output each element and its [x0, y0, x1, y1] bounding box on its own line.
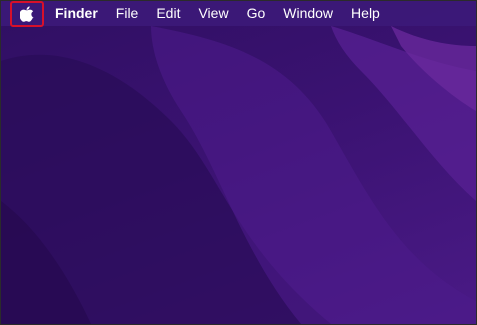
menu-view[interactable]: View: [198, 1, 228, 26]
desktop-wallpaper: [1, 1, 476, 324]
wallpaper-waves: [1, 26, 476, 324]
menu-app-finder[interactable]: Finder: [55, 1, 98, 26]
menu-window[interactable]: Window: [283, 1, 333, 26]
menu-bar: Finder File Edit View Go Window Help: [1, 1, 476, 27]
menu-file[interactable]: File: [116, 1, 139, 26]
apple-menu-button[interactable]: [10, 1, 44, 27]
screen-frame: Finder File Edit View Go Window Help: [0, 0, 477, 325]
apple-menu-highlight: [10, 1, 44, 27]
menu-go[interactable]: Go: [247, 1, 266, 26]
menu-edit[interactable]: Edit: [156, 1, 180, 26]
menu-help[interactable]: Help: [351, 1, 380, 26]
